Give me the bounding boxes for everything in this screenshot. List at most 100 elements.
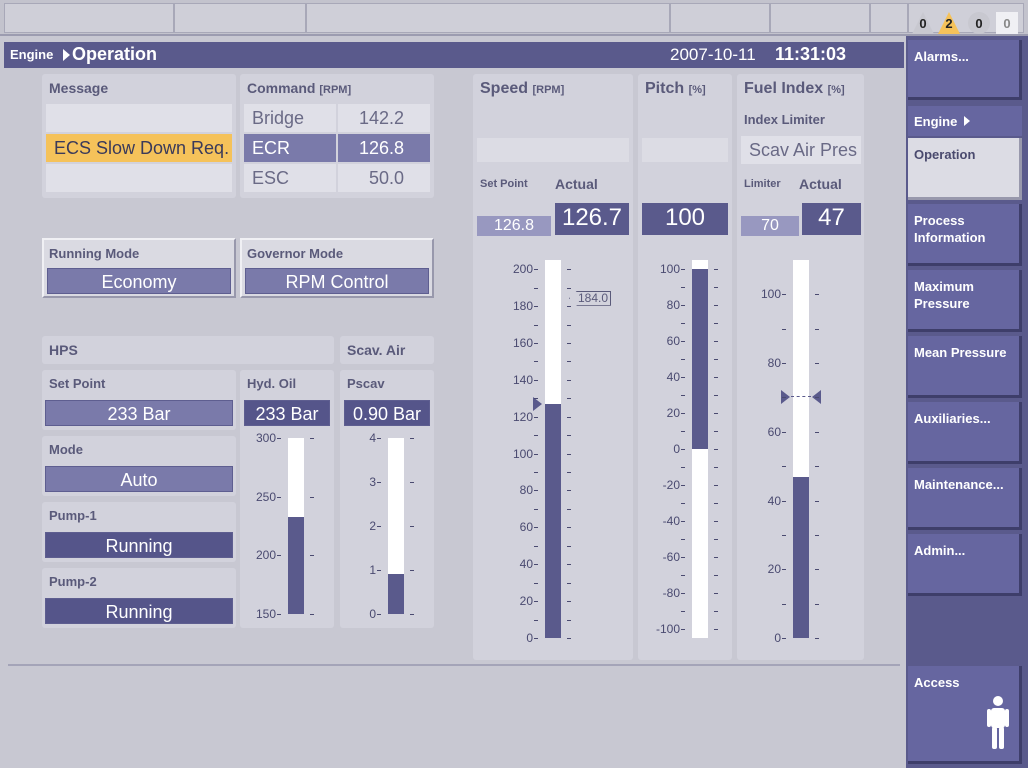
scale-tick-mark (534, 490, 538, 492)
scale-tick-label: 0 (673, 442, 680, 456)
pscav-label: Pscav (347, 376, 385, 391)
scale-minor-tick (714, 323, 718, 324)
command-source-bridge[interactable]: Bridge (244, 104, 336, 132)
scale-tick-label: 150 (255, 607, 276, 621)
message-row-active[interactable]: ECS Slow Down Req. (46, 134, 232, 162)
scale-minor-tick (681, 503, 685, 504)
breadcrumb-arrow-icon (63, 49, 70, 61)
speed-setpoint-label: Set Point (480, 178, 528, 190)
pitch-actual-value: 100 (642, 203, 728, 235)
scale-tick-mark (567, 269, 571, 271)
scale-tick-label: 140 (512, 372, 533, 387)
scale-minor-tick (782, 603, 786, 605)
scale-tick-mark (782, 431, 786, 433)
scale-tick-mark (377, 614, 381, 615)
scale-tick-mark (277, 438, 281, 439)
scale-tick-mark (815, 431, 819, 433)
scale-minor-tick (782, 397, 786, 399)
scale-tick-mark (534, 342, 538, 344)
pscav-bar-fill (388, 574, 404, 614)
alarm-summary[interactable]: 0 2 0 0 (908, 3, 1024, 34)
pitch-bar (692, 260, 708, 638)
scale-tick-mark (567, 379, 571, 381)
scale-tick-label: -20 (662, 478, 680, 492)
status-cell (670, 3, 770, 33)
pump1-status[interactable]: Running (45, 532, 233, 558)
scale-tick-mark (567, 453, 571, 455)
hyd-oil-label: Hyd. Oil (247, 376, 297, 391)
scale-minor-tick (782, 466, 786, 468)
scale-tick-label: 60 (666, 334, 680, 348)
scale-tick-mark (782, 363, 786, 365)
scale-tick-mark (567, 416, 571, 418)
scale-minor-tick (534, 435, 538, 437)
command-value-bridge: 142.2 (338, 104, 430, 132)
scav-header: Scav. Air (340, 336, 434, 364)
nav-process-information-button[interactable]: Process Information (908, 204, 1022, 266)
scale-tick-label: 200 (512, 262, 533, 277)
scale-tick-mark (782, 500, 786, 502)
scale-minor-tick (567, 619, 571, 621)
message-label: Message (49, 80, 109, 96)
command-source-ecr[interactable]: ECR (244, 134, 336, 162)
nav-access-button[interactable]: Access (908, 666, 1022, 764)
scale-tick-mark (534, 269, 538, 271)
scale-tick-mark (567, 306, 571, 308)
scale-tick-mark (782, 638, 786, 639)
pump2-panel: Pump-2 Running (42, 568, 236, 628)
command-source-esc[interactable]: ESC (244, 164, 336, 192)
fuel-actual-value: 47 (802, 203, 861, 235)
running-mode-button[interactable]: Running Mode Economy (42, 238, 236, 298)
hps-mode-value[interactable]: Auto (45, 466, 233, 492)
scale-minor-tick (567, 324, 571, 326)
scale-tick-mark (815, 500, 819, 502)
scale-tick-mark (782, 294, 786, 296)
status-cell (4, 3, 174, 33)
top-status-bar: 0 2 0 0 (0, 0, 1028, 36)
status-cell (306, 3, 670, 33)
governor-mode-button[interactable]: Governor Mode RPM Control (240, 238, 434, 298)
speed-bar (545, 260, 561, 638)
scale-tick-label: 60 (519, 520, 533, 535)
nav-engine-header[interactable]: Engine (908, 106, 1022, 136)
nav-mean-pressure-button[interactable]: Mean Pressure (908, 336, 1022, 398)
scale-tick-mark (567, 527, 571, 529)
nav-auxiliaries-button[interactable]: Auxiliaries... (908, 402, 1022, 464)
scale-tick-label: -100 (655, 622, 680, 636)
nav-operation-button[interactable]: Operation (908, 138, 1022, 200)
scale-minor-tick (782, 328, 786, 330)
scale-tick-mark (681, 269, 685, 270)
scale-minor-tick (681, 539, 685, 540)
scale-tick-label: 3 (369, 475, 376, 489)
scale-tick-mark (681, 449, 685, 450)
hyd-oil-bar-fill (288, 516, 304, 614)
scale-tick-mark (410, 482, 414, 483)
scale-tick-mark (714, 557, 718, 558)
scale-tick-mark (567, 490, 571, 492)
pump2-status[interactable]: Running (45, 598, 233, 624)
scale-tick-mark (567, 342, 571, 344)
message-row (46, 164, 232, 192)
scale-minor-tick (567, 287, 571, 289)
scale-tick-mark (310, 555, 314, 557)
pump1-panel: Pump-1 Running (42, 502, 236, 562)
scale-minor-tick (815, 534, 819, 536)
nav-alarms-button[interactable]: Alarms... (908, 40, 1022, 100)
fuel-actual-label: Actual (799, 176, 842, 192)
nav-maximum-pressure-button[interactable]: Maximum Pressure (908, 270, 1022, 332)
scale-minor-tick (567, 398, 571, 400)
scale-tick-mark (567, 564, 571, 566)
breadcrumb[interactable]: Engine (10, 47, 53, 62)
hps-mode-panel: Mode Auto (42, 436, 236, 496)
nav-admin-button[interactable]: Admin... (908, 534, 1022, 596)
speed-status-slot (477, 138, 629, 162)
scale-tick-label: 2 (369, 519, 376, 533)
speed-actual-label: Actual (555, 176, 598, 192)
running-mode-label: Running Mode (49, 246, 140, 261)
hps-setpoint-value[interactable]: 233 Bar (45, 400, 233, 426)
nav-maintenance-button[interactable]: Maintenance... (908, 468, 1022, 530)
scale-tick-mark (534, 416, 538, 418)
scale-tick-label: 100 (760, 287, 781, 302)
scale-tick-mark (681, 629, 685, 630)
scale-tick-label: 40 (519, 557, 533, 572)
